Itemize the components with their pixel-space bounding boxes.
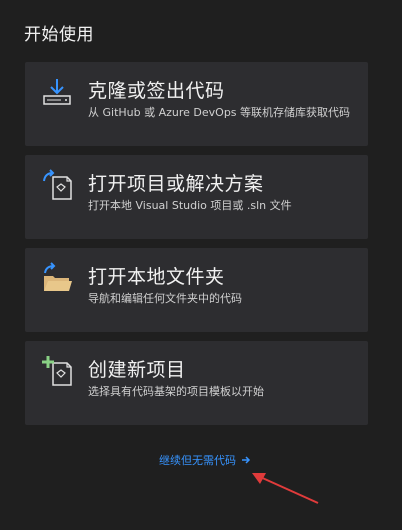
section-title: 开始使用 bbox=[24, 25, 94, 45]
get-started-panel: 开始使用 克隆或签出代码 从 GitHub 或 Azure DevOps 等联机… bbox=[0, 0, 402, 530]
create-new-project-card[interactable]: 创建新项目 选择具有代码基架的项目模板以开始 bbox=[25, 341, 368, 425]
card-title: 打开本地文件夹 bbox=[88, 266, 225, 288]
open-project-icon bbox=[41, 169, 73, 201]
clone-or-checkout-card[interactable]: 克隆或签出代码 从 GitHub 或 Azure DevOps 等联机存储库获取… bbox=[25, 62, 368, 146]
card-title: 打开项目或解决方案 bbox=[88, 173, 264, 195]
new-project-icon bbox=[41, 355, 73, 387]
card-title: 创建新项目 bbox=[88, 359, 186, 381]
continue-link-label: 继续但无需代码 bbox=[159, 454, 236, 467]
card-description: 打开本地 Visual Studio 项目或 .sln 文件 bbox=[88, 199, 292, 212]
card-title: 克隆或签出代码 bbox=[88, 80, 225, 102]
card-description: 导航和编辑任何文件夹中的代码 bbox=[88, 292, 242, 305]
card-description: 从 GitHub 或 Azure DevOps 等联机存储库获取代码 bbox=[88, 106, 351, 119]
card-description: 选择具有代码基架的项目模板以开始 bbox=[88, 385, 264, 398]
open-project-card[interactable]: 打开项目或解决方案 打开本地 Visual Studio 项目或 .sln 文件 bbox=[25, 155, 368, 239]
continue-without-code-link[interactable]: 继续但无需代码 bbox=[159, 452, 251, 468]
clone-download-icon bbox=[41, 76, 73, 108]
open-local-folder-card[interactable]: 打开本地文件夹 导航和编辑任何文件夹中的代码 bbox=[25, 248, 368, 332]
open-folder-icon bbox=[41, 262, 73, 294]
arrow-right-icon bbox=[242, 456, 251, 464]
